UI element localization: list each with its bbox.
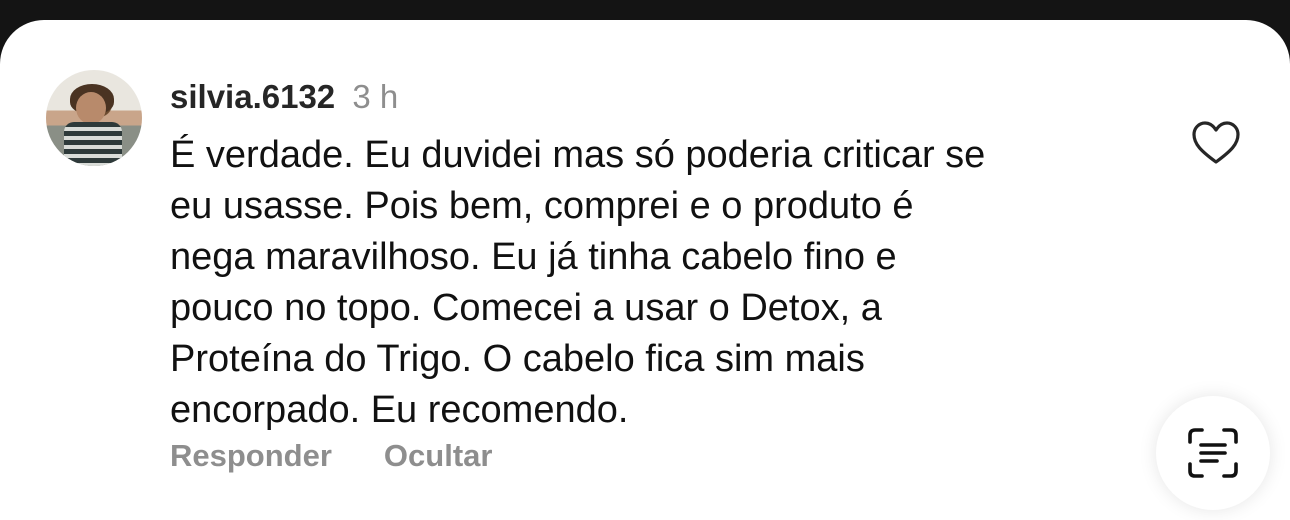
scan-text-icon (1188, 428, 1238, 478)
comment-line: pouco no topo. Comecei a usar o Detox, a (170, 287, 882, 329)
comment-actions: Responder Ocultar (170, 438, 492, 474)
timestamp: 3 h (352, 78, 399, 115)
comment-line: eu usasse. Pois bem, comprei e o produto… (170, 185, 914, 227)
comment-header: silvia.6132 3 h (170, 78, 398, 116)
comment-line: encorpado. Eu recomendo. (170, 389, 629, 431)
scan-text-button[interactable] (1156, 396, 1270, 510)
comment-line: É verdade. Eu duvidei mas só poderia cri… (170, 134, 986, 176)
avatar[interactable] (46, 70, 142, 166)
comment-line: Proteína do Trigo. O cabelo fica sim mai… (170, 338, 865, 380)
username[interactable]: silvia.6132 (170, 78, 335, 115)
heart-icon[interactable] (1191, 120, 1241, 166)
comment-card: silvia.6132 3 h É verdade. Eu duvidei ma… (0, 20, 1290, 520)
hide-button[interactable]: Ocultar (384, 438, 493, 474)
comment-text: É verdade. Eu duvidei mas só poderia cri… (170, 130, 1170, 436)
comment-line: nega maravilhoso. Eu já tinha cabelo fin… (170, 236, 897, 278)
reply-button[interactable]: Responder (170, 438, 332, 474)
